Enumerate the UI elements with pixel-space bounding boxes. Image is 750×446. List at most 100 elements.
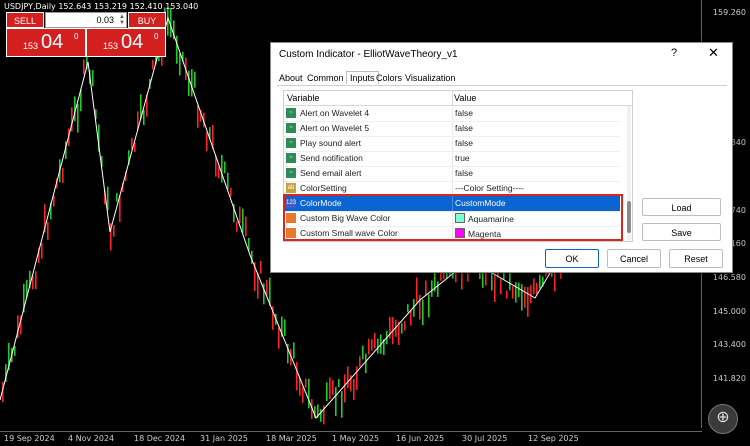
candle-bar — [191, 69, 193, 97]
candle-bar — [116, 193, 118, 202]
candle-bar — [377, 338, 379, 354]
table-row[interactable]: ~ Alert on Wavelet 5 false — [284, 121, 620, 137]
candle-bar — [437, 281, 439, 297]
one-click-trade-panel: SELL 0.03 ▲ ▼ BUY 153 04 0 153 04 0 — [6, 12, 166, 58]
lot-size-input[interactable]: 0.03 ▲ ▼ — [45, 12, 127, 28]
row-value[interactable]: false — [455, 138, 473, 148]
help-icon[interactable]: ? — [671, 47, 677, 59]
price-tick: 143.400 — [712, 340, 746, 349]
candle-bar — [482, 273, 484, 288]
row-variable: ColorSetting — [300, 183, 347, 193]
candle-bar — [194, 71, 196, 88]
candle-bar — [278, 327, 280, 349]
candle-bar — [77, 104, 79, 133]
table-row[interactable]: ~ Alert on Wavelet 4 false — [284, 106, 620, 122]
time-scale[interactable]: 19 Sep 2024 4 Nov 2024 18 Dec 2024 31 Ja… — [0, 431, 702, 446]
tab-visualization[interactable]: Visualization — [405, 73, 455, 83]
text-icon: ab — [286, 183, 296, 193]
candle-bar — [347, 366, 349, 388]
candle-bar — [368, 338, 370, 355]
sell-price-prefix: 153 — [23, 41, 39, 51]
time-tick: 1 May 2025 — [332, 434, 380, 443]
tab-inputs[interactable]: Inputs — [346, 71, 379, 84]
price-tick: 840 — [730, 138, 746, 147]
candle-bar — [332, 380, 334, 395]
tab-colors[interactable]: Colors — [376, 73, 402, 83]
candle-bar — [302, 387, 304, 403]
candle-bar — [242, 208, 244, 233]
candle-bar — [170, 7, 172, 38]
table-row[interactable]: ~ Send notification true — [284, 151, 620, 167]
alert-icon: ~ — [286, 153, 296, 163]
buy-price-button[interactable]: 153 04 0 — [86, 28, 166, 57]
candle-bar — [404, 321, 406, 331]
scrollbar-thumb[interactable] — [627, 201, 631, 233]
tab-about[interactable]: About — [279, 73, 303, 83]
price-tick: 145.000 — [712, 307, 746, 316]
cancel-button[interactable]: Cancel — [607, 249, 661, 268]
candle-bar — [41, 242, 43, 259]
ok-button[interactable]: OK — [545, 249, 599, 268]
zoom-in-icon[interactable]: ⊕ — [708, 404, 738, 434]
row-value[interactable]: false — [455, 123, 473, 133]
column-header-value[interactable]: Value — [454, 93, 476, 103]
row-value[interactable]: false — [455, 108, 473, 118]
time-tick: 19 Sep 2024 — [4, 434, 55, 443]
candle-bar — [299, 378, 301, 396]
candle-bar — [506, 290, 508, 299]
row-variable: Alert on Wavelet 4 — [300, 108, 370, 118]
candle-bar — [221, 154, 223, 183]
sell-button[interactable]: SELL — [6, 12, 44, 28]
close-icon[interactable]: ✕ — [708, 45, 719, 61]
table-row[interactable]: ~ Send email alert false — [284, 166, 620, 182]
price-tick: 146.580 — [712, 273, 746, 282]
candle-bar — [407, 304, 409, 313]
candle-bar — [371, 339, 373, 351]
candle-bar — [419, 294, 421, 320]
candle-bar — [107, 186, 109, 211]
candle-bar — [524, 286, 526, 308]
time-tick: 18 Mar 2025 — [266, 434, 317, 443]
candle-bar — [326, 382, 328, 402]
candle-bar — [176, 35, 178, 64]
candle-bar — [359, 356, 361, 367]
tab-common[interactable]: Common — [307, 73, 344, 83]
candle-bar — [266, 279, 268, 296]
table-row[interactable]: ~ Play sound alert false — [284, 136, 620, 152]
row-value[interactable]: false — [455, 168, 473, 178]
load-button[interactable]: Load — [642, 198, 721, 216]
tab-divider — [277, 85, 727, 86]
buy-price-prefix: 153 — [103, 41, 119, 51]
price-tick: 159.260 — [712, 8, 746, 17]
candle-bar — [320, 409, 322, 422]
lot-spinner-icon[interactable]: ▲ ▼ — [119, 14, 125, 26]
time-tick: 16 Jun 2025 — [396, 434, 445, 443]
candle-bar — [245, 216, 247, 237]
candle-bar — [539, 274, 541, 289]
candle-bar — [467, 273, 469, 282]
candle-bar — [335, 386, 337, 417]
sell-price-fraction: 0 — [74, 32, 79, 41]
row-value[interactable]: ---Color Setting---- — [455, 183, 524, 193]
row-variable: Send email alert — [300, 168, 362, 178]
sell-price-button[interactable]: 153 04 0 — [6, 28, 86, 57]
candle-bar — [425, 280, 427, 296]
row-value[interactable]: true — [455, 153, 470, 163]
reset-button[interactable]: Reset — [669, 249, 723, 268]
candle-bar — [113, 224, 115, 237]
save-button[interactable]: Save — [642, 223, 721, 241]
price-tick: 141.820 — [712, 374, 746, 383]
column-header-variable[interactable]: Variable — [287, 93, 319, 103]
candle-bar — [14, 346, 16, 356]
candle-bar — [47, 221, 49, 241]
candle-bar — [533, 278, 535, 295]
buy-button[interactable]: BUY — [128, 12, 166, 28]
table-scrollbar[interactable] — [627, 106, 631, 241]
candle-bar — [35, 271, 37, 290]
alert-icon: ~ — [286, 168, 296, 178]
candle-bar — [197, 105, 199, 128]
candle-bar — [422, 299, 424, 326]
candle-bar — [143, 109, 145, 126]
candle-bar — [284, 319, 286, 336]
time-tick: 31 Jan 2025 — [200, 434, 248, 443]
